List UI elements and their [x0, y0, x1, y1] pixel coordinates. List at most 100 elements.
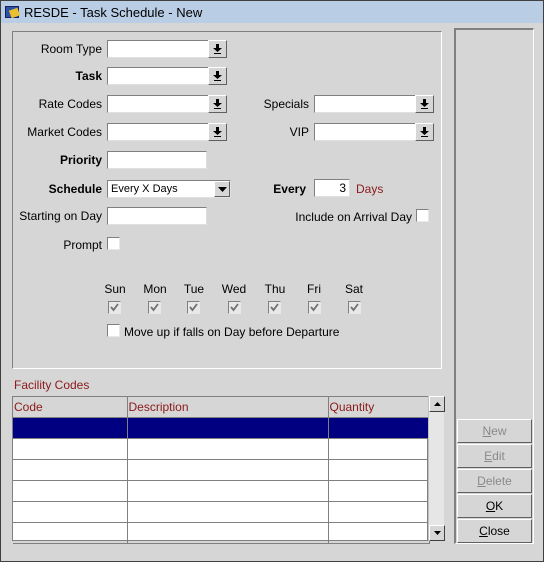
- cell-description[interactable]: [127, 501, 329, 523]
- cell-quantity[interactable]: [328, 522, 430, 544]
- cell-code[interactable]: [13, 480, 128, 502]
- arrow-down-icon: [420, 99, 429, 109]
- cell-description[interactable]: [127, 480, 329, 502]
- arrow-down-icon: [213, 44, 222, 54]
- schedule-select[interactable]: Every X Days: [107, 180, 231, 198]
- room-type-field[interactable]: [107, 40, 227, 58]
- close-button[interactable]: Close: [457, 519, 532, 543]
- scroll-down-button[interactable]: [429, 525, 445, 541]
- arrow-down-icon: [433, 531, 441, 535]
- starting-on-day-label: Starting on Day: [19, 209, 102, 223]
- arrow-down-icon: [213, 127, 222, 137]
- table-row[interactable]: [13, 501, 430, 523]
- rate-codes-lov-button[interactable]: [208, 95, 227, 113]
- task-input[interactable]: [107, 67, 208, 85]
- every-input[interactable]: 3: [314, 179, 350, 197]
- priority-input[interactable]: [107, 151, 207, 169]
- cell-description[interactable]: [127, 459, 329, 481]
- market-codes-label: Market Codes: [27, 125, 102, 139]
- day-checkbox-fri[interactable]: [308, 301, 321, 314]
- table-row[interactable]: [13, 417, 430, 439]
- vip-lov-button[interactable]: [415, 123, 434, 141]
- market-codes-lov-button[interactable]: [208, 123, 227, 141]
- day-checkbox-tue[interactable]: [187, 301, 200, 314]
- move-up-checkbox[interactable]: [107, 324, 120, 337]
- scroll-up-button[interactable]: [429, 396, 445, 412]
- cell-code[interactable]: [13, 417, 128, 439]
- edit-button[interactable]: Edit: [457, 444, 532, 468]
- rate-codes-input[interactable]: [107, 95, 208, 113]
- table-row[interactable]: [13, 438, 430, 460]
- market-codes-field[interactable]: [107, 123, 227, 141]
- day-checkbox-wed[interactable]: [228, 301, 241, 314]
- grid-header-row: Code Description Quantity: [13, 397, 430, 418]
- day-checkbox-sun[interactable]: [108, 301, 121, 314]
- day-checkbox-mon[interactable]: [148, 301, 161, 314]
- vip-input[interactable]: [314, 123, 415, 141]
- cell-code[interactable]: [13, 438, 128, 460]
- facility-codes-grid: Code Description Quantity: [12, 396, 430, 544]
- include-on-arrival-day-checkbox[interactable]: [416, 209, 429, 222]
- close-button-label: lose: [487, 524, 510, 538]
- vip-field[interactable]: [314, 123, 434, 141]
- table-row[interactable]: [13, 480, 430, 502]
- cell-description[interactable]: [127, 417, 329, 439]
- day-checkbox-sat[interactable]: [348, 301, 361, 314]
- task-schedule-window: RESDE - Task Schedule - New Room Type Ta…: [0, 0, 544, 562]
- task-field[interactable]: [107, 67, 227, 85]
- day-label-sun: Sun: [104, 282, 126, 296]
- cell-quantity[interactable]: [328, 417, 430, 439]
- cell-quantity[interactable]: [328, 501, 430, 523]
- checkmark-icon: [310, 303, 319, 312]
- rate-codes-field[interactable]: [107, 95, 227, 113]
- task-label: Task: [75, 69, 102, 83]
- cell-quantity[interactable]: [328, 438, 430, 460]
- schedule-label: Schedule: [48, 182, 102, 196]
- column-header-description[interactable]: Description: [127, 397, 329, 418]
- new-button-mnemonic: N: [482, 424, 492, 438]
- column-header-code[interactable]: Code: [13, 397, 128, 418]
- checkmark-icon: [110, 303, 119, 312]
- arrow-up-icon: [433, 402, 441, 406]
- specials-lov-button[interactable]: [415, 95, 434, 113]
- starting-on-day-input[interactable]: [107, 207, 207, 225]
- delete-button[interactable]: Delete: [457, 469, 532, 493]
- window-title: RESDE - Task Schedule - New: [24, 4, 203, 20]
- new-button[interactable]: New: [457, 419, 532, 443]
- new-button-label: ew: [491, 424, 507, 438]
- specials-field[interactable]: [314, 95, 434, 113]
- arrow-down-icon: [213, 71, 222, 81]
- task-lov-button[interactable]: [208, 67, 227, 85]
- close-button-mnemonic: C: [479, 524, 488, 538]
- table-row[interactable]: [13, 522, 430, 544]
- cell-quantity[interactable]: [328, 459, 430, 481]
- room-type-input[interactable]: [107, 40, 208, 58]
- edit-button-label: dit: [492, 449, 505, 463]
- table-row[interactable]: [13, 459, 430, 481]
- cell-quantity[interactable]: [328, 480, 430, 502]
- checkmark-icon: [150, 303, 159, 312]
- specials-input[interactable]: [314, 95, 415, 113]
- prompt-checkbox[interactable]: [107, 237, 120, 250]
- day-checkbox-thu[interactable]: [268, 301, 281, 314]
- ok-button[interactable]: OK: [457, 494, 532, 518]
- column-header-quantity[interactable]: Quantity: [328, 397, 430, 418]
- prompt-label: Prompt: [63, 238, 102, 252]
- cell-code[interactable]: [13, 459, 128, 481]
- room-type-label: Room Type: [40, 42, 102, 56]
- every-label: Every: [273, 182, 306, 196]
- ok-button-label: K: [495, 499, 504, 513]
- cell-code[interactable]: [13, 501, 128, 523]
- schedule-dropdown-button[interactable]: [214, 181, 230, 197]
- chevron-down-icon: [217, 186, 227, 192]
- market-codes-input[interactable]: [107, 123, 208, 141]
- checkmark-icon: [270, 303, 279, 312]
- every-unit-label: Days: [356, 182, 384, 196]
- room-type-lov-button[interactable]: [208, 40, 227, 58]
- move-up-label: Move up if falls on Day before Departure: [124, 325, 340, 339]
- cell-description[interactable]: [127, 522, 329, 544]
- cell-description[interactable]: [127, 438, 329, 460]
- facility-codes-title: Facility Codes: [14, 378, 90, 392]
- cell-code[interactable]: [13, 522, 128, 544]
- grid-vertical-scrollbar[interactable]: [428, 396, 445, 541]
